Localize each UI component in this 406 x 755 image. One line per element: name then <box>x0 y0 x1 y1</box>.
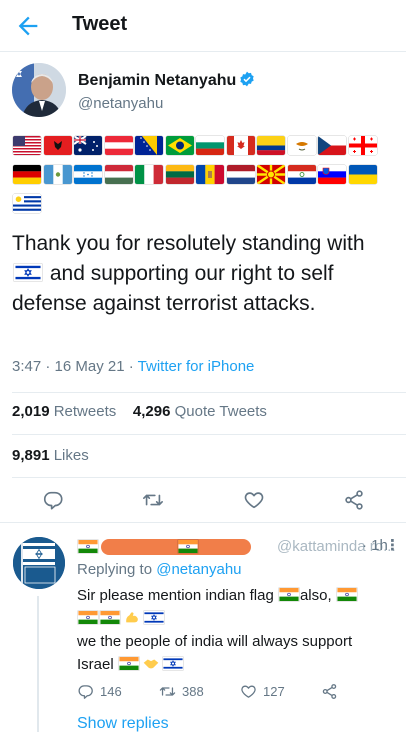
flag-nl-icon <box>226 165 255 184</box>
tweet-actions <box>0 486 406 514</box>
share-icon[interactable] <box>343 489 365 511</box>
like-icon[interactable] <box>243 489 265 511</box>
flag-row <box>13 136 383 156</box>
author-name[interactable]: Benjamin Netanyahu <box>78 71 255 90</box>
show-replies-link[interactable]: Show replies <box>77 715 169 733</box>
flag-si-icon <box>318 165 346 184</box>
flag-gt-icon <box>43 165 72 184</box>
flag-in-icon <box>78 540 98 553</box>
flag-in-icon <box>78 611 98 624</box>
author-avatar[interactable] <box>12 63 66 117</box>
reply-actions: 146 388 127 <box>77 683 397 703</box>
flag-br-icon <box>165 136 194 155</box>
flag-in-icon <box>178 540 198 553</box>
tweet-meta: 3:47 · 16 May 21 · Twitter for iPhone <box>12 358 255 375</box>
replying-to: Replying to @netanyahu <box>77 561 242 578</box>
mention-link[interactable]: @netanyahu <box>156 561 241 578</box>
more-options-icon[interactable]: ⋮ <box>385 536 400 554</box>
like-icon <box>241 685 256 698</box>
flag-au-icon <box>74 136 102 155</box>
flag-ge-icon <box>348 136 377 155</box>
flag-lt-icon <box>165 165 194 184</box>
reply-header: @kattaminda ro... · 1h ⋮ <box>77 536 400 559</box>
flag-at-icon <box>104 136 133 155</box>
page-title: Tweet <box>72 13 128 35</box>
thread-line <box>37 596 39 732</box>
client-link[interactable]: Twitter for iPhone <box>138 358 255 375</box>
redaction-mark <box>101 539 251 555</box>
divider <box>0 522 406 523</box>
flag-row <box>13 165 383 185</box>
share-icon <box>322 684 337 699</box>
flag-in-icon <box>279 588 299 601</box>
flag-al-icon <box>43 136 72 155</box>
flag-cz-icon <box>318 136 346 155</box>
divider <box>12 434 406 435</box>
likes-stats: 9,891 Likes <box>12 447 89 464</box>
flag-in-icon <box>337 588 357 601</box>
flag-il-icon <box>163 657 183 670</box>
flags-emoji-grid <box>13 136 383 223</box>
back-arrow-icon[interactable] <box>14 12 42 40</box>
flag-ba-icon <box>135 136 163 155</box>
flag-bg-icon <box>196 136 224 155</box>
reply-time: · 1h <box>362 537 388 554</box>
flag-in-icon <box>119 657 139 670</box>
retweet-quote-stats: 2,019 Retweets 4,296 Quote Tweets <box>12 403 267 420</box>
flag-row <box>13 194 383 214</box>
divider <box>12 392 406 393</box>
flag-ua-icon <box>348 165 377 184</box>
reply-icon <box>78 685 93 699</box>
author-handle[interactable]: @netanyahu <box>78 95 163 112</box>
flag-py-icon <box>287 165 316 184</box>
tweet-text: Thank you for resolutely standing with a… <box>12 232 365 315</box>
retweets-stat[interactable]: 2,019 Retweets <box>12 403 116 420</box>
reply-avatar[interactable] <box>13 537 65 589</box>
flag-md-icon <box>196 165 224 184</box>
divider <box>12 477 406 478</box>
quotes-stat[interactable]: 4,296 Quote Tweets <box>133 403 267 420</box>
verified-badge-icon <box>239 71 255 87</box>
reply-like-button[interactable]: 127 <box>240 683 285 700</box>
flag-hu-icon <box>104 165 133 184</box>
flag-in-icon <box>100 611 120 624</box>
flag-ca-icon <box>226 136 255 155</box>
flag-us-icon <box>13 136 41 155</box>
handshake-icon <box>143 659 159 669</box>
reply-retweet-button[interactable]: 388 <box>159 683 204 700</box>
flexed-arm-icon <box>126 612 138 623</box>
reply-reply-button[interactable]: 146 <box>77 683 122 700</box>
likes-stat[interactable]: 9,891 Likes <box>12 447 89 464</box>
top-bar: Tweet <box>0 0 406 52</box>
flag-mk-icon <box>257 165 285 184</box>
retweet-icon[interactable] <box>142 489 164 511</box>
flag-hn-icon <box>74 165 102 184</box>
reply-text: Sir please mention indian flag also, we … <box>77 584 395 676</box>
retweet-icon <box>159 687 176 696</box>
flag-co-icon <box>257 136 285 155</box>
flag-cy-icon <box>287 136 316 155</box>
flag-uy-icon <box>13 194 41 213</box>
reply-icon[interactable] <box>42 489 64 511</box>
flag-il-icon <box>144 611 164 624</box>
flag-de-icon <box>13 165 41 184</box>
flag-il-icon <box>15 264 41 281</box>
reply-share-button[interactable] <box>321 683 344 700</box>
emoji-row <box>77 607 395 630</box>
flag-it-icon <box>135 165 163 184</box>
